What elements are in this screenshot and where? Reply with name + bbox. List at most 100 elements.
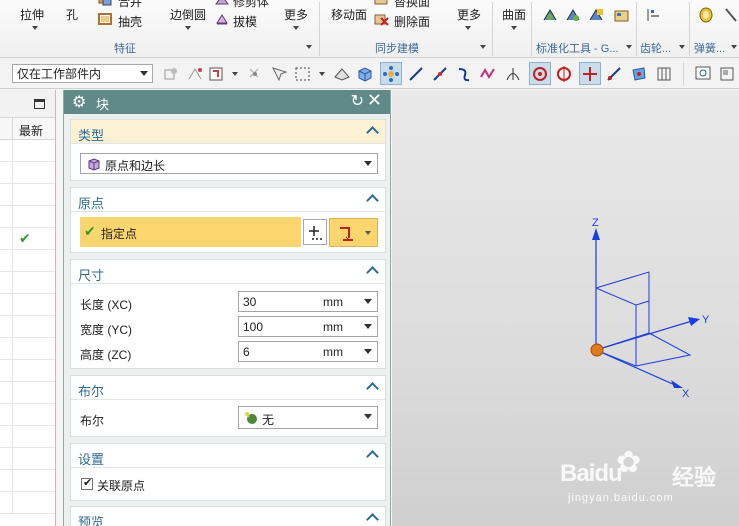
navigator-row[interactable] xyxy=(0,426,55,448)
navigator-row[interactable] xyxy=(0,492,55,514)
delete-face-icon[interactable] xyxy=(374,12,389,27)
width-field[interactable]: 100 mm xyxy=(238,316,378,337)
snap-grid-point-icon[interactable] xyxy=(655,65,673,83)
ribbon-trim-body-label[interactable]: 修剪体 xyxy=(233,0,269,10)
navigator-row[interactable] xyxy=(0,404,55,426)
ribbon-replace-face-label[interactable]: 替换面 xyxy=(394,0,430,10)
height-value[interactable]: 6 xyxy=(243,345,250,359)
ribbon-more-label-2[interactable]: 更多 xyxy=(457,6,481,23)
snap-intersection-icon[interactable] xyxy=(504,65,522,83)
chevron-up-icon[interactable] xyxy=(366,513,379,526)
navigator-row[interactable]: ✔ xyxy=(0,228,55,250)
boolean-select[interactable]: 无 xyxy=(238,406,378,429)
chevron-down-icon[interactable] xyxy=(364,349,372,354)
zoom-fit-icon[interactable] xyxy=(694,65,712,83)
show-hide-icon[interactable] xyxy=(333,65,351,83)
select-rectangle-icon[interactable] xyxy=(294,65,312,83)
standard-part-icon-4[interactable] xyxy=(613,6,631,24)
navigator-row[interactable] xyxy=(0,360,55,382)
chevron-up-icon[interactable] xyxy=(366,382,379,395)
origin-section-header[interactable]: 原点 xyxy=(71,188,385,212)
length-value[interactable]: 30 xyxy=(243,295,256,309)
gear-group-chevron-icon[interactable] xyxy=(679,45,685,49)
inferred-point-chevron-icon[interactable] xyxy=(365,231,371,235)
origin-point-handle[interactable] xyxy=(590,343,604,357)
navigator-row[interactable] xyxy=(0,470,55,492)
snap-on-curve-icon[interactable] xyxy=(605,65,623,83)
type-section-header[interactable]: 类型 xyxy=(71,120,385,144)
specify-point-row[interactable]: ✔ 指定点 xyxy=(80,217,301,247)
standard-tools-chevron-icon[interactable] xyxy=(626,45,632,49)
spring-group-chevron-icon[interactable] xyxy=(731,45,737,49)
snap-quadrant-icon[interactable] xyxy=(555,65,573,83)
snap-midpoint-icon[interactable] xyxy=(431,65,449,83)
preview-section-header[interactable]: 预览 xyxy=(71,507,385,526)
select-rectangle-chevron-icon[interactable] xyxy=(319,72,325,76)
replace-face-icon[interactable] xyxy=(374,0,388,6)
type-select[interactable]: 原点和边长 xyxy=(80,153,378,174)
chevron-up-icon[interactable] xyxy=(366,126,379,139)
height-field[interactable]: 6 mm xyxy=(238,341,378,362)
sync-group-chevron-icon[interactable] xyxy=(480,45,486,49)
length-field[interactable]: 30 mm xyxy=(238,291,378,312)
snap-spline-icon[interactable] xyxy=(479,65,497,83)
associative-origin-checkbox[interactable]: ✔ xyxy=(81,477,93,490)
filter-assembly-icon[interactable] xyxy=(162,65,180,83)
gear-tool-icon[interactable] xyxy=(645,6,663,24)
misc-tool-icon[interactable] xyxy=(724,6,739,24)
navigator-row[interactable] xyxy=(0,316,55,338)
surface-chevron-down-icon[interactable] xyxy=(511,26,517,30)
chevron-down-icon[interactable] xyxy=(364,414,372,419)
chevron-up-icon[interactable] xyxy=(366,266,379,279)
ribbon-draft-label[interactable]: 拔模 xyxy=(233,13,257,30)
standard-part-icon-1[interactable] xyxy=(541,6,559,24)
associative-origin-label[interactable]: 关联原点 xyxy=(97,477,145,494)
select-feature-chevron-icon[interactable] xyxy=(232,72,238,76)
chevron-up-icon[interactable] xyxy=(366,450,379,463)
navigator-row[interactable] xyxy=(0,382,55,404)
feature-group-chevron-icon[interactable] xyxy=(306,45,312,49)
dialog-title-bar[interactable]: ⚙ 块 ↻ ✕ xyxy=(64,90,390,114)
boolean-section-header[interactable]: 布尔 xyxy=(71,376,385,400)
ribbon-surface-label[interactable]: 曲面 xyxy=(502,6,526,23)
navigator-row[interactable] xyxy=(0,184,55,206)
select-feature-icon[interactable] xyxy=(208,65,226,83)
ribbon-hole-label[interactable]: 孔 xyxy=(66,6,78,23)
maximize-icon[interactable] xyxy=(34,99,45,109)
view-orient-icon[interactable] xyxy=(718,65,736,83)
close-icon[interactable]: ✕ xyxy=(367,90,382,111)
ribbon-delete-face-label[interactable]: 删除面 xyxy=(394,13,430,30)
extrude-chevron-down-icon[interactable] xyxy=(32,26,38,30)
snap-grid-icon[interactable] xyxy=(246,65,264,83)
chevron-down-icon[interactable] xyxy=(364,324,372,329)
inferred-point-button[interactable] xyxy=(329,218,378,247)
navigator-row[interactable] xyxy=(0,140,55,162)
standard-part-icon-3[interactable] xyxy=(587,6,605,24)
snap-on-face-icon[interactable] xyxy=(630,65,648,83)
navigator-row[interactable] xyxy=(0,338,55,360)
ribbon-shell-label[interactable]: 抽壳 xyxy=(118,13,142,30)
select-multiple-icon[interactable] xyxy=(270,65,288,83)
snap-line-icon[interactable] xyxy=(407,65,425,83)
ribbon-more-label-1[interactable]: 更多 xyxy=(284,6,308,23)
standard-part-icon-2[interactable] xyxy=(564,6,582,24)
draft-icon[interactable] xyxy=(215,12,229,26)
shell-icon[interactable] xyxy=(98,12,112,26)
chevron-down-icon[interactable] xyxy=(364,161,372,166)
width-value[interactable]: 100 xyxy=(243,320,263,334)
ribbon-move-face-label[interactable]: 移动面 xyxy=(331,6,367,23)
unite-icon[interactable] xyxy=(98,0,112,6)
navigator-row[interactable] xyxy=(0,250,55,272)
chevron-up-icon[interactable] xyxy=(366,194,379,207)
navigator-row[interactable] xyxy=(0,448,55,470)
gear-icon[interactable]: ⚙ xyxy=(72,92,86,112)
ribbon-extrude-label[interactable]: 拉伸 xyxy=(20,6,44,23)
point-dialog-button[interactable] xyxy=(303,219,327,245)
navigator-column-header[interactable]: 最新 xyxy=(0,118,55,140)
filter-feature-icon[interactable] xyxy=(186,65,204,83)
navigator-row[interactable] xyxy=(0,206,55,228)
more-chevron-down-icon-2[interactable] xyxy=(465,26,471,30)
more-chevron-down-icon-1[interactable] xyxy=(293,26,299,30)
navigator-row[interactable] xyxy=(0,294,55,316)
chevron-down-icon[interactable] xyxy=(140,71,148,76)
